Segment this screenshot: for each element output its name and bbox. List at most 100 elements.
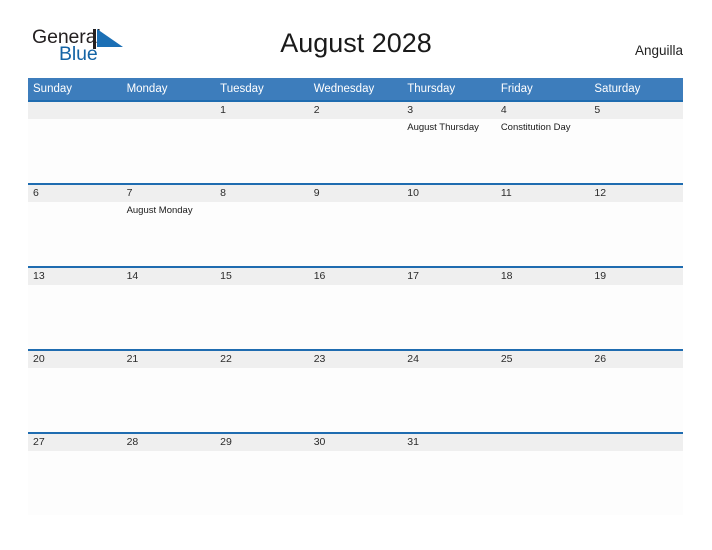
calendar-empty-cell [589,432,683,515]
calendar-day-cell[interactable]: 30 [308,432,403,515]
calendar-day-cell[interactable]: 18 [495,266,590,350]
day-cell-inner: 15 [215,268,309,349]
day-number: 22 [215,351,309,368]
day-number: 10 [402,185,496,202]
day-number: 20 [28,351,122,368]
weekday-header-monday: Monday [121,78,216,101]
calendar-week-row: 6 7 August Monday 8 9 10 11 12 [28,183,683,267]
day-number [121,102,216,119]
calendar-day-cell[interactable]: 20 [28,349,122,433]
page-title: August 2028 [280,28,432,58]
day-number: 2 [308,102,403,119]
day-number: 23 [308,351,403,368]
day-number: 31 [402,434,496,451]
weekday-header-saturday: Saturday [589,78,683,101]
calendar-day-cell[interactable]: 3 August Thursday [402,100,496,184]
calendar-day-cell[interactable]: 21 [121,349,216,433]
day-events: August Thursday [402,119,496,134]
day-cell-inner: 18 [495,268,590,349]
calendar-day-cell[interactable]: 23 [308,349,403,433]
calendar-day-cell[interactable]: 25 [495,349,590,433]
calendar-day-cell[interactable]: 5 [589,100,683,184]
calendar-day-cell[interactable]: 11 [495,183,590,267]
calendar-day-cell[interactable]: 10 [402,183,496,267]
calendar-day-cell[interactable]: 7 August Monday [121,183,216,267]
day-number: 12 [589,185,683,202]
day-cell-inner: 22 [215,351,309,432]
day-cell-inner: 24 [402,351,496,432]
calendar-day-cell[interactable]: 6 [28,183,122,267]
day-number: 27 [28,434,122,451]
day-number: 26 [589,351,683,368]
calendar-day-cell[interactable]: 24 [402,349,496,433]
day-number: 14 [121,268,216,285]
day-number: 1 [215,102,309,119]
weekday-header-sunday: Sunday [28,78,122,101]
day-cell-inner: 10 [402,185,496,266]
calendar-day-cell[interactable]: 16 [308,266,403,350]
day-cell-inner: 6 [28,185,122,266]
calendar-day-cell[interactable]: 29 [215,432,309,515]
day-cell-inner: 14 [121,268,216,349]
day-cell-inner: 2 [308,102,403,183]
calendar-table: Sunday Monday Tuesday Wednesday Thursday Frid… [28,78,683,515]
calendar-day-cell[interactable]: 17 [402,266,496,350]
calendar-day-cell[interactable]: 12 [589,183,683,267]
calendar-day-cell[interactable]: 22 [215,349,309,433]
weekday-header-friday: Friday [495,78,590,101]
calendar-day-cell[interactable]: 19 [589,266,683,350]
day-cell-inner [121,102,216,183]
weekday-header-wednesday: Wednesday [308,78,403,101]
calendar-day-cell[interactable]: 31 [402,432,496,515]
calendar-empty-cell [121,100,216,184]
calendar-day-cell[interactable]: 27 [28,432,122,515]
day-number: 30 [308,434,403,451]
day-cell-inner: 1 [215,102,309,183]
day-number: 16 [308,268,403,285]
day-cell-inner: 25 [495,351,590,432]
day-number: 9 [308,185,403,202]
day-cell-inner: 17 [402,268,496,349]
calendar-day-cell[interactable]: 26 [589,349,683,433]
day-number: 15 [215,268,309,285]
calendar-day-cell[interactable]: 13 [28,266,122,350]
calendar-day-cell[interactable]: 28 [121,432,216,515]
day-number: 3 [402,102,496,119]
day-number: 19 [589,268,683,285]
calendar-day-cell[interactable]: 1 [215,100,309,184]
calendar-header-row: Sunday Monday Tuesday Wednesday Thursday Frid… [28,78,683,101]
day-events: August Monday [122,202,216,217]
calendar-week-row: 27 28 29 30 31 [28,432,683,515]
calendar-day-cell[interactable]: 2 [308,100,403,184]
day-cell-inner [28,102,122,183]
day-cell-inner: 31 [402,434,496,515]
day-number: 24 [402,351,496,368]
calendar-day-cell[interactable]: 9 [308,183,403,267]
day-number: 28 [121,434,216,451]
calendar-empty-cell [495,432,590,515]
day-number: 4 [495,102,590,119]
day-number: 6 [28,185,122,202]
page-header: General Blue August 2028 Anguilla [0,0,712,63]
weekday-header-thursday: Thursday [402,78,496,101]
holiday-event-label: Constitution Day [500,122,571,133]
day-cell-inner: 20 [28,351,122,432]
day-cell-inner: 29 [215,434,309,515]
holiday-event-label: August Thursday [407,122,479,133]
day-cell-inner: 8 [215,185,309,266]
day-cell-inner: 16 [308,268,403,349]
calendar-day-cell[interactable]: 4 Constitution Day [495,100,590,184]
day-cell-inner: 3 August Thursday [402,102,496,183]
day-number [28,102,122,119]
day-number: 11 [495,185,590,202]
day-cell-inner: 11 [495,185,590,266]
calendar-day-cell[interactable]: 8 [215,183,309,267]
calendar-day-cell[interactable]: 15 [215,266,309,350]
day-cell-inner: 13 [28,268,122,349]
day-number [589,434,683,451]
day-cell-inner [495,434,590,515]
location-label: Anguilla [634,43,683,58]
day-number [495,434,590,451]
weekday-header-tuesday: Tuesday [215,78,309,101]
calendar-day-cell[interactable]: 14 [121,266,216,350]
